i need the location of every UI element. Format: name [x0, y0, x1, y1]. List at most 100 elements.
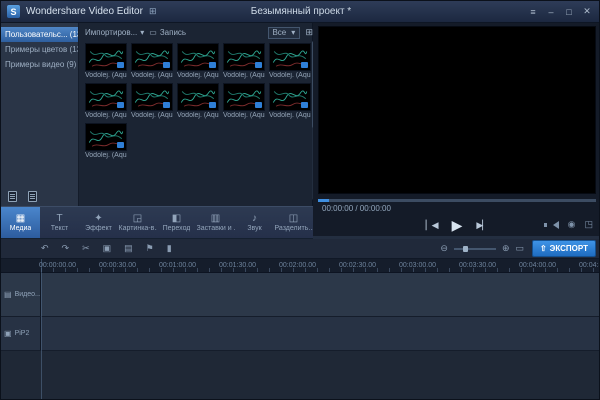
clip-type-badge	[117, 102, 124, 108]
media-clip[interactable]: Vodolej. (Aquar...	[177, 83, 219, 119]
export-label: ЭКСПОРТ	[550, 244, 588, 253]
export-button[interactable]: ⇧ ЭКСПОРТ	[532, 240, 596, 257]
add-folder-icon[interactable]	[28, 191, 37, 202]
track-lane[interactable]	[41, 317, 600, 350]
zoom-slider[interactable]	[454, 248, 496, 250]
delete-icon[interactable]: ▤	[124, 243, 133, 254]
timeline-ruler[interactable]: 00:00:00.0000:00:30.0000:01:00.0000:01:3…	[1, 259, 600, 273]
voiceover-icon[interactable]: ▮	[167, 243, 172, 254]
track-lane[interactable]	[41, 273, 600, 316]
media-filter-select[interactable]: Все ▾	[268, 27, 300, 39]
media-clip[interactable]: Vodolej. (Aquar...	[85, 43, 127, 79]
zoom-in-icon[interactable]: ⊕	[502, 243, 510, 254]
resource-tab[interactable]: T Текст	[40, 207, 79, 238]
import-label: Импортиров...	[85, 28, 137, 37]
fit-timeline-icon[interactable]: ▭	[515, 243, 524, 254]
undo-icon[interactable]: ↶	[41, 243, 49, 254]
media-thumbnail[interactable]	[269, 43, 311, 71]
grid-view-icon[interactable]: ⊞	[305, 27, 313, 38]
media-thumbnail[interactable]	[131, 83, 173, 111]
clip-type-badge	[163, 102, 170, 108]
clip-type-badge	[255, 102, 262, 108]
media-clip[interactable]: Vodolej. (Aquar...	[131, 83, 173, 119]
preview-side-controls: ◉ ◳	[553, 219, 593, 230]
media-thumbnail[interactable]	[131, 43, 173, 71]
preview-panel: 00:00:00 / 00:00:00 ▏◀ ▶ ▶▏ ◉ ◳	[313, 23, 600, 236]
import-dropdown[interactable]: Импортиров... ▾	[85, 28, 144, 37]
snapshot-icon[interactable]: ◉	[568, 219, 576, 230]
maximize-button[interactable]: □	[561, 5, 577, 19]
timeline-toolbar: ↶ ↷ ✂ ▣ ▤ ⚑ ▮ ⊖ ⊕ ▭ ⇧ ЭКСПОРТ	[1, 239, 600, 259]
media-clip[interactable]: Vodolej. (Aquar...	[223, 43, 265, 79]
workspace-layout-icon[interactable]: ⊞	[149, 6, 157, 17]
record-label: Запись	[160, 28, 186, 37]
media-thumbnail[interactable]	[85, 83, 127, 111]
resource-tab[interactable]: ◫ Разделить...	[274, 207, 313, 238]
media-clip-label: Vodolej. (Aquar...	[223, 112, 265, 119]
resource-tab[interactable]: ◲ Картинка-в...	[118, 207, 157, 238]
app-window: S Wondershare Video Editor ⊞ Безымянный …	[0, 0, 600, 400]
clip-type-badge	[209, 102, 216, 108]
redo-icon[interactable]: ↷	[62, 243, 70, 254]
marker-icon[interactable]: ⚑	[146, 243, 154, 254]
media-thumbnail[interactable]	[223, 43, 265, 71]
tab-label: Звук	[247, 225, 261, 232]
next-frame-button[interactable]: ▶▏	[476, 220, 488, 231]
library-category[interactable]: Пользовательс... (13	[1, 27, 78, 42]
media-clip[interactable]: Vodolej. (Aquar...	[85, 123, 127, 159]
previous-frame-button[interactable]: ▏◀	[426, 220, 438, 231]
media-clip[interactable]: Vodolej. (Aquar...	[269, 83, 311, 119]
track-type-icon: ▣	[4, 329, 12, 338]
media-clip[interactable]: Vodolej. (Aquar...	[223, 83, 265, 119]
library-category[interactable]: Примеры видео (9)	[1, 57, 78, 72]
media-thumbnail[interactable]	[85, 123, 127, 151]
resource-tab[interactable]: ▥ Заставки и ...	[196, 207, 235, 238]
resource-tab[interactable]: ✦ Эффект	[79, 207, 118, 238]
time-display: 00:00:00 / 00:00:00	[322, 204, 391, 213]
media-thumbnail[interactable]	[223, 83, 265, 111]
add-file-icon[interactable]	[8, 191, 17, 202]
media-clip[interactable]: Vodolej. (Aquar...	[269, 43, 311, 79]
zoom-slider-knob[interactable]	[463, 246, 468, 252]
tab-icon: ✦	[94, 214, 102, 224]
close-button[interactable]: ✕	[579, 5, 595, 19]
track-header[interactable]: ▤ Видео...	[1, 273, 41, 316]
resource-tab[interactable]: ♪ Звук	[235, 207, 274, 238]
fullscreen-icon[interactable]: ◳	[584, 219, 593, 230]
crop-icon[interactable]: ▣	[103, 243, 112, 254]
volume-icon[interactable]	[553, 221, 559, 229]
tab-icon: ▥	[211, 214, 220, 224]
scissors-icon[interactable]: ✂	[82, 243, 90, 254]
preview-seekbar[interactable]	[318, 199, 596, 202]
timeline-track: ▤ Видео...	[1, 273, 600, 317]
media-thumbnail[interactable]	[85, 43, 127, 71]
record-button[interactable]: ▭ Запись	[149, 28, 186, 37]
timeline-tools: ↶ ↷ ✂ ▣ ▤ ⚑ ▮	[41, 243, 172, 254]
media-clip[interactable]: Vodolej. (Aquar...	[131, 43, 173, 79]
ruler-timestamp: 00:03:00.00	[399, 262, 436, 269]
library-category[interactable]: Примеры цветов (13)	[1, 42, 78, 57]
media-thumbnail[interactable]	[177, 43, 219, 71]
resource-tab[interactable]: ▦ Медиа	[1, 207, 40, 238]
ruler-timestamp: 00:00:30.00	[99, 262, 136, 269]
media-clip-label: Vodolej. (Aquar...	[85, 72, 127, 79]
menu-icon[interactable]: ≡	[525, 5, 541, 19]
media-clip[interactable]: Vodolej. (Aquar...	[85, 83, 127, 119]
library-category-list: Пользовательс... (13Примеры цветов (13) П…	[1, 23, 79, 206]
library-category-label: Примеры видео (9)	[5, 60, 76, 69]
timeline: ▤ Видео... ▣ PiP2	[1, 273, 600, 400]
track-header[interactable]: ▣ PiP2	[1, 317, 41, 350]
zoom-out-icon[interactable]: ⊖	[440, 243, 448, 254]
tab-label: Текст	[51, 225, 69, 232]
media-clip[interactable]: Vodolej. (Aquar...	[177, 43, 219, 79]
playhead[interactable]	[41, 259, 42, 400]
clip-type-badge	[117, 62, 124, 68]
play-button[interactable]: ▶	[452, 217, 463, 234]
minimize-button[interactable]: –	[543, 5, 559, 19]
resource-tab[interactable]: ◧ Переход	[157, 207, 196, 238]
media-thumbnail[interactable]	[269, 83, 311, 111]
chevron-down-icon: ▾	[291, 28, 295, 37]
media-thumbnail[interactable]	[177, 83, 219, 111]
tab-icon: T	[56, 214, 62, 224]
track-label: PiP2	[15, 330, 30, 337]
